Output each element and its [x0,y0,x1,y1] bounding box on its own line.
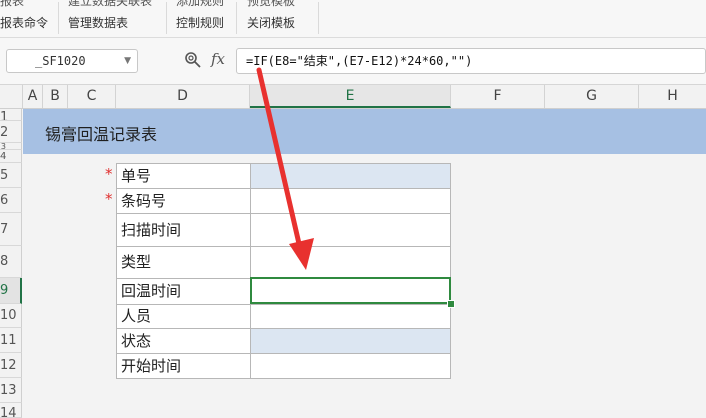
manage-data-table-button[interactable]: 管理数据表 [68,14,128,31]
field-label-operator: 人员 [116,304,251,329]
field-label-type: 类型 [116,246,251,279]
field-label-scan-time: 扫描时间 [116,213,251,247]
ribbon-divider [166,2,167,34]
close-template-button[interactable]: 关闭模板 [247,14,295,31]
formula-input[interactable]: =IF(E8="结束",(E7-E12)*24*60,"") [236,48,706,74]
control-rules-button[interactable]: 控制规则 [176,14,224,31]
field-label-status: 状态 [116,328,251,354]
column-header-g[interactable]: G [545,85,639,108]
name-box[interactable]: _SF1020 ▼ [6,49,138,73]
column-header-e[interactable]: E [250,85,451,108]
row-header[interactable]: 14 [0,403,22,418]
row-header[interactable]: 4 [0,150,22,163]
ribbon-divider [58,2,59,34]
zoom-icon[interactable] [184,51,202,69]
ribbon: 报表 建立数据关联表 添加规则 预览模板 报表命令 管理数据表 控制规则 关闭模… [0,0,706,38]
column-header-h[interactable]: H [639,85,706,108]
field-label-barcode: 条码号 [116,188,251,214]
field-label-order-no: 单号 [116,163,251,189]
row-header[interactable]: 6 [0,188,22,213]
row-header[interactable]: 2 [0,121,22,143]
row-header[interactable]: 12 [0,353,22,378]
row-header[interactable]: 7 [0,213,22,246]
required-mark: * [105,165,113,183]
title-banner: 锡膏回温记录表 [23,109,706,154]
row-header[interactable]: 9 [0,278,22,304]
row-header[interactable]: 8 [0,246,22,278]
field-label-rewarm-time: 回温时间 [116,278,251,305]
report-command-button[interactable]: 报表命令 [0,14,48,31]
fill-handle[interactable] [447,300,455,308]
column-header-b[interactable]: B [43,85,68,108]
function-icon[interactable]: fx [211,50,225,68]
ribbon-cut-item: 报表 [0,0,25,8]
name-box-value: _SF1020 [35,54,86,68]
required-mark: * [105,190,113,208]
ribbon-divider [318,2,319,34]
field-value-operator[interactable] [250,304,451,329]
ribbon-cut-item: 预览模板 [247,0,296,8]
field-value-scan-time[interactable] [250,213,451,247]
chevron-down-icon[interactable]: ▼ [124,50,131,72]
active-cell-selection[interactable] [250,277,451,304]
row-header[interactable]: 5 [0,163,22,188]
ribbon-divider [236,2,237,34]
row-header[interactable]: 11 [0,328,22,353]
ribbon-cut-item: 添加规则 [176,0,225,8]
field-value-type[interactable] [250,246,451,279]
select-all-corner[interactable] [0,85,23,108]
row-header[interactable]: 3 [0,143,22,150]
column-header-c[interactable]: C [68,85,116,108]
column-header-f[interactable]: F [451,85,545,108]
sheet-title: 锡膏回温记录表 [45,125,158,144]
column-header-d[interactable]: D [116,85,250,108]
column-header-a[interactable]: A [23,85,43,108]
field-label-start-time: 开始时间 [116,353,251,379]
field-value-order-no[interactable] [250,163,451,189]
row-header[interactable]: 13 [0,378,22,403]
row-header[interactable]: 10 [0,304,22,328]
field-value-barcode[interactable] [250,188,451,214]
ribbon-cut-item: 建立数据关联表 [68,0,153,8]
field-value-status[interactable] [250,328,451,354]
row-header[interactable]: 1 [0,109,22,121]
field-value-start-time[interactable] [250,353,451,379]
